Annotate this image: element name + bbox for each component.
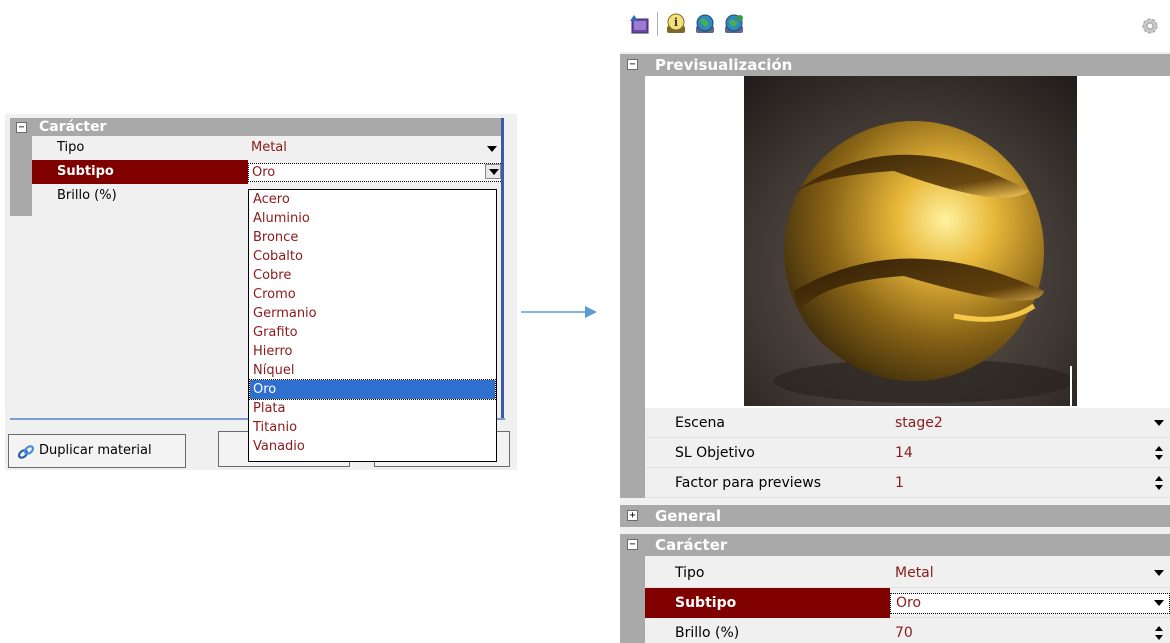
section-title: Carácter <box>655 536 728 554</box>
chevron-down-icon[interactable] <box>1154 420 1164 426</box>
property-value[interactable]: 14 <box>890 438 1170 468</box>
dropdown-option[interactable]: Germanio <box>250 304 495 323</box>
property-label: Tipo <box>57 140 85 155</box>
collapse-icon[interactable]: − <box>627 59 638 70</box>
general-section-header[interactable]: + General <box>620 505 1170 527</box>
dropdown-button[interactable] <box>485 164 501 179</box>
dropdown-option[interactable]: Plata <box>250 399 495 418</box>
preview-section-header[interactable]: − Previsualización <box>620 54 1170 76</box>
property-value[interactable]: Metal <box>890 558 1170 588</box>
dropdown-option[interactable]: Bronce <box>250 228 495 247</box>
chain-link-icon <box>17 445 35 459</box>
collapse-icon[interactable]: − <box>627 539 638 550</box>
section-title: Carácter <box>39 119 107 135</box>
property-label: Escena <box>675 415 725 431</box>
property-row-escena[interactable]: Escena stage2 <box>645 408 1170 438</box>
globe-refresh-icon[interactable] <box>723 13 745 35</box>
property-label: Brillo (%) <box>675 625 740 641</box>
property-value[interactable]: Metal <box>248 136 503 160</box>
section-title: Previsualización <box>655 56 793 74</box>
caracter-section-header[interactable]: − Carácter <box>10 118 503 136</box>
chevron-down-icon <box>489 169 499 175</box>
duplicate-material-label: Duplicar material <box>39 443 152 458</box>
toolbar: i <box>620 0 1170 52</box>
property-row-subtipo[interactable]: Subtipo Oro <box>32 160 503 184</box>
dropdown-option[interactable]: Titanio <box>250 418 495 437</box>
subtipo-combobox[interactable]: Oro <box>890 593 1170 614</box>
property-row-subtipo[interactable]: Subtipo Oro <box>645 588 1170 618</box>
preview-area <box>645 76 1170 408</box>
property-row-brillo[interactable]: Brillo (%) 70 <box>645 618 1170 643</box>
settings-gear-icon[interactable] <box>1140 16 1160 36</box>
spinner-icon[interactable] <box>1155 476 1163 490</box>
preview-property-rows: Escena stage2 SL Objetivo 14 Factor para… <box>645 408 1170 498</box>
section-gutter <box>620 556 645 643</box>
section-gutter <box>620 76 645 498</box>
caracter-property-rows: Tipo Metal Subtipo Oro Brillo (%) 70 <box>645 558 1170 643</box>
info-icon[interactable]: i <box>665 13 687 35</box>
property-row-sl-objetivo[interactable]: SL Objetivo 14 <box>645 438 1170 468</box>
property-label: Subtipo <box>32 160 248 184</box>
toolbar-separator <box>657 12 658 36</box>
dropdown-option[interactable]: Vanadio <box>250 437 495 456</box>
property-row-tipo[interactable]: Tipo Metal <box>645 558 1170 588</box>
property-value[interactable]: stage2 <box>890 408 1170 438</box>
chevron-down-icon[interactable] <box>1154 570 1164 576</box>
property-label: SL Objetivo <box>675 445 755 461</box>
dropdown-option[interactable]: Acero <box>250 190 495 209</box>
subtipo-combobox[interactable]: Oro <box>248 163 503 182</box>
right-property-panel: i − Previsualización Escena stage2 SL Ob… <box>620 0 1170 643</box>
dropdown-option[interactable]: Grafito <box>250 323 495 342</box>
property-row-tipo[interactable]: Tipo Metal <box>32 136 503 160</box>
material-preview-image <box>744 76 1077 406</box>
property-label: Brillo (%) <box>57 188 117 203</box>
dropdown-option[interactable]: Aluminio <box>250 209 495 228</box>
import-icon[interactable] <box>628 13 650 35</box>
spinner-icon[interactable] <box>1155 626 1163 640</box>
dropdown-option[interactable]: Hierro <box>250 342 495 361</box>
chevron-down-icon[interactable] <box>487 146 497 152</box>
spinner-icon[interactable] <box>1155 446 1163 460</box>
dropdown-option[interactable]: Níquel <box>250 361 495 380</box>
svg-text:i: i <box>674 16 678 29</box>
property-label: Tipo <box>675 565 705 581</box>
globe-icon[interactable] <box>694 13 716 35</box>
property-value[interactable]: 1 <box>890 468 1170 498</box>
section-gutter <box>10 136 32 216</box>
collapse-icon[interactable]: − <box>16 122 27 133</box>
expand-icon[interactable]: + <box>627 510 638 521</box>
panel-border <box>501 118 504 418</box>
property-label: Subtipo <box>645 588 890 618</box>
section-title: General <box>655 507 721 525</box>
dropdown-option[interactable]: Cromo <box>250 285 495 304</box>
duplicate-material-button[interactable]: Duplicar material <box>8 434 186 468</box>
property-value[interactable]: 70 <box>890 618 1170 643</box>
dropdown-option[interactable]: Cobre <box>250 266 495 285</box>
property-row-factor-previews[interactable]: Factor para previews 1 <box>645 468 1170 498</box>
arrow-right-icon <box>521 306 597 318</box>
dropdown-option[interactable]: Cobalto <box>250 247 495 266</box>
dropdown-option[interactable]: Oro <box>249 379 496 400</box>
caracter-section-header[interactable]: − Carácter <box>620 534 1170 556</box>
subtipo-dropdown-list[interactable]: Acero Aluminio Bronce Cobalto Cobre Cromo Germ… <box>248 189 497 462</box>
property-label: Factor para previews <box>675 475 822 491</box>
chevron-down-icon[interactable] <box>1154 600 1164 606</box>
